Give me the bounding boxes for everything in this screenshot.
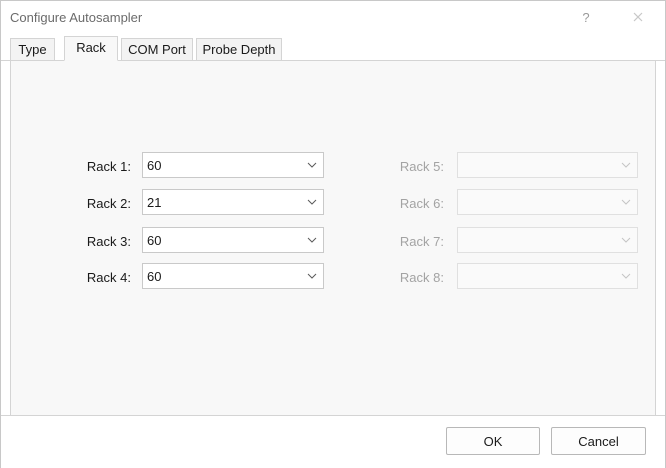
tab-rack[interactable]: Rack (64, 36, 118, 61)
rack-5-label: Rack 5: (399, 159, 444, 174)
rack-1-label: Rack 1: (86, 159, 131, 174)
rack-1-value: 60 (147, 158, 162, 173)
chevron-down-icon (621, 273, 631, 279)
configure-autosampler-dialog: Configure Autosampler ? Type Rack COM Po… (0, 0, 666, 468)
chevron-down-icon (307, 199, 317, 205)
rack-6-label: Rack 6: (399, 196, 444, 211)
rack-8-label: Rack 8: (399, 270, 444, 285)
tab-com-port[interactable]: COM Port (121, 38, 193, 60)
rack-3-value: 60 (147, 233, 162, 248)
rack-3-select[interactable]: 60 (142, 227, 324, 253)
rack-4-value: 60 (147, 269, 162, 284)
tab-probe-depth[interactable]: Probe Depth (196, 38, 282, 60)
help-button[interactable]: ? (573, 5, 599, 29)
rack-5-select[interactable] (457, 152, 638, 178)
chevron-down-icon (621, 199, 631, 205)
rack-2-value: 21 (147, 195, 162, 210)
rack-8-select[interactable] (457, 263, 638, 289)
chevron-down-icon (307, 162, 317, 168)
rack-7-label: Rack 7: (399, 234, 444, 249)
chevron-down-icon (621, 162, 631, 168)
chevron-down-icon (307, 273, 317, 279)
rack-2-select[interactable]: 21 (142, 189, 324, 215)
question-mark-icon: ? (582, 9, 590, 25)
ok-button[interactable]: OK (446, 427, 540, 455)
rack-1-select[interactable]: 60 (142, 152, 324, 178)
chevron-down-icon (307, 237, 317, 243)
rack-4-select[interactable]: 60 (142, 263, 324, 289)
tab-type[interactable]: Type (10, 38, 55, 60)
rack-3-label: Rack 3: (86, 234, 131, 249)
rack-4-label: Rack 4: (86, 270, 131, 285)
cancel-button[interactable]: Cancel (551, 427, 646, 455)
close-icon (633, 12, 643, 22)
close-button[interactable] (623, 5, 653, 29)
rack-7-select[interactable] (457, 227, 638, 253)
rack-6-select[interactable] (457, 189, 638, 215)
dialog-title: Configure Autosampler (10, 10, 143, 25)
title-bar: Configure Autosampler ? (1, 1, 665, 35)
chevron-down-icon (621, 237, 631, 243)
rack-2-label: Rack 2: (86, 196, 131, 211)
